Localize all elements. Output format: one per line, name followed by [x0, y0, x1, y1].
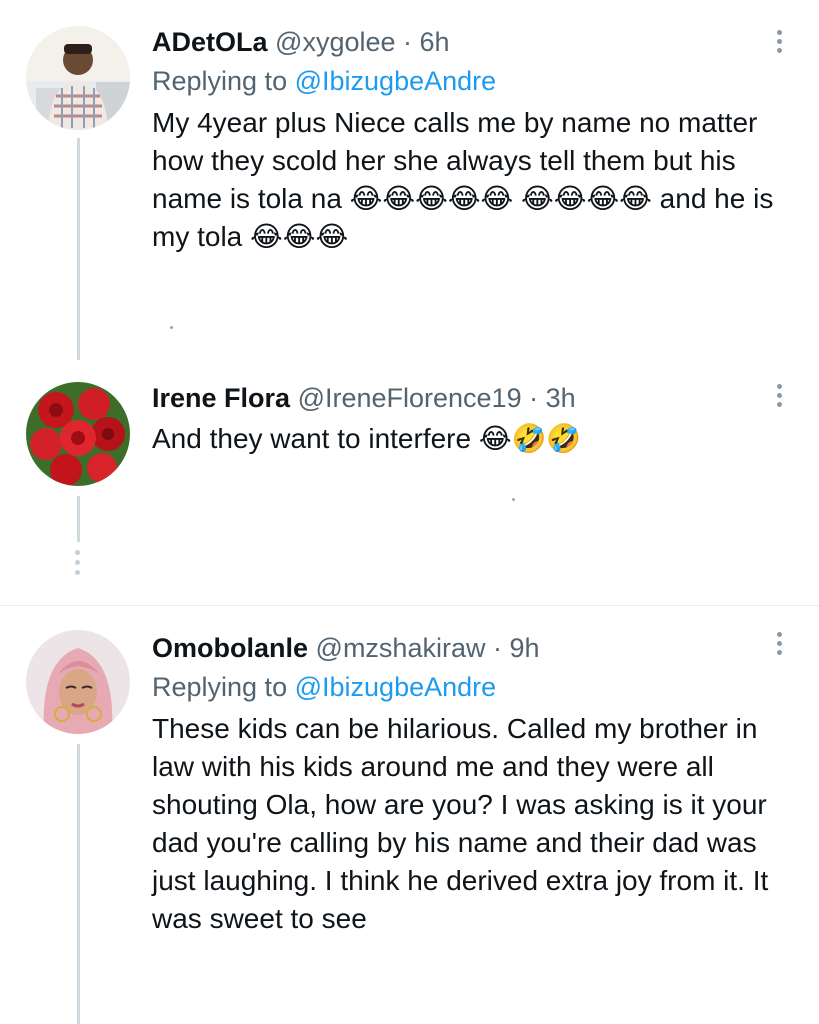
replying-to: Replying to @IbizugbeAndre [152, 64, 779, 98]
tweet-text: These kids can be hilarious. Called my b… [152, 713, 769, 934]
thread-line [77, 138, 80, 360]
display-name[interactable]: Omobolanle [152, 633, 308, 663]
timestamp[interactable]: · 6h [403, 27, 450, 57]
thread-more-dots-icon[interactable] [75, 550, 80, 580]
timestamp[interactable]: · 3h [529, 383, 576, 413]
tweet-text: My 4year plus Niece calls me by name no … [152, 107, 774, 252]
tweet-header: Omobolanle @mzshakiraw · 9h [152, 632, 779, 664]
avatar[interactable] [26, 382, 130, 486]
more-vertical-icon[interactable] [777, 632, 783, 659]
tweet-content: Omobolanle @mzshakiraw · 9h Replying to … [152, 632, 779, 938]
media-placeholder [512, 498, 515, 501]
display-name[interactable]: ADetOLa [152, 27, 268, 57]
avatar[interactable] [26, 630, 130, 734]
tweet-adetola[interactable]: ADetOLa @xygolee · 6h Replying to @Ibizu… [0, 0, 819, 360]
tweet-content: ADetOLa @xygolee · 6h Replying to @Ibizu… [152, 26, 779, 256]
avatar[interactable] [26, 26, 130, 130]
tweet-omobolanle[interactable]: Omobolanle @mzshakiraw · 9h Replying to … [0, 606, 819, 1024]
replying-to-label: Replying to [152, 66, 288, 96]
thread-line [77, 744, 80, 1024]
handle[interactable]: @IreneFlorence19 [298, 383, 522, 413]
media-placeholder [170, 326, 173, 329]
display-name[interactable]: Irene Flora [152, 383, 290, 413]
tweet-text: And they want to interfere 😂🤣🤣 [152, 423, 582, 454]
replying-to-label: Replying to [152, 672, 288, 702]
replying-to: Replying to @IbizugbeAndre [152, 670, 779, 704]
mention-link[interactable]: @IbizugbeAndre [295, 672, 497, 702]
handle[interactable]: @mzshakiraw [316, 633, 486, 663]
tweet-irene-flora[interactable]: Irene Flora @IreneFlorence19 · 3h And th… [0, 360, 819, 604]
handle[interactable]: @xygolee [275, 27, 395, 57]
thread-line [77, 496, 80, 542]
mention-link[interactable]: @IbizugbeAndre [295, 66, 497, 96]
tweet-header: ADetOLa @xygolee · 6h [152, 26, 779, 58]
more-vertical-icon[interactable] [777, 384, 783, 411]
more-vertical-icon[interactable] [777, 30, 783, 57]
tweet-header: Irene Flora @IreneFlorence19 · 3h [152, 382, 779, 414]
tweet-content: Irene Flora @IreneFlorence19 · 3h And th… [152, 382, 779, 458]
timestamp[interactable]: · 9h [493, 633, 540, 663]
